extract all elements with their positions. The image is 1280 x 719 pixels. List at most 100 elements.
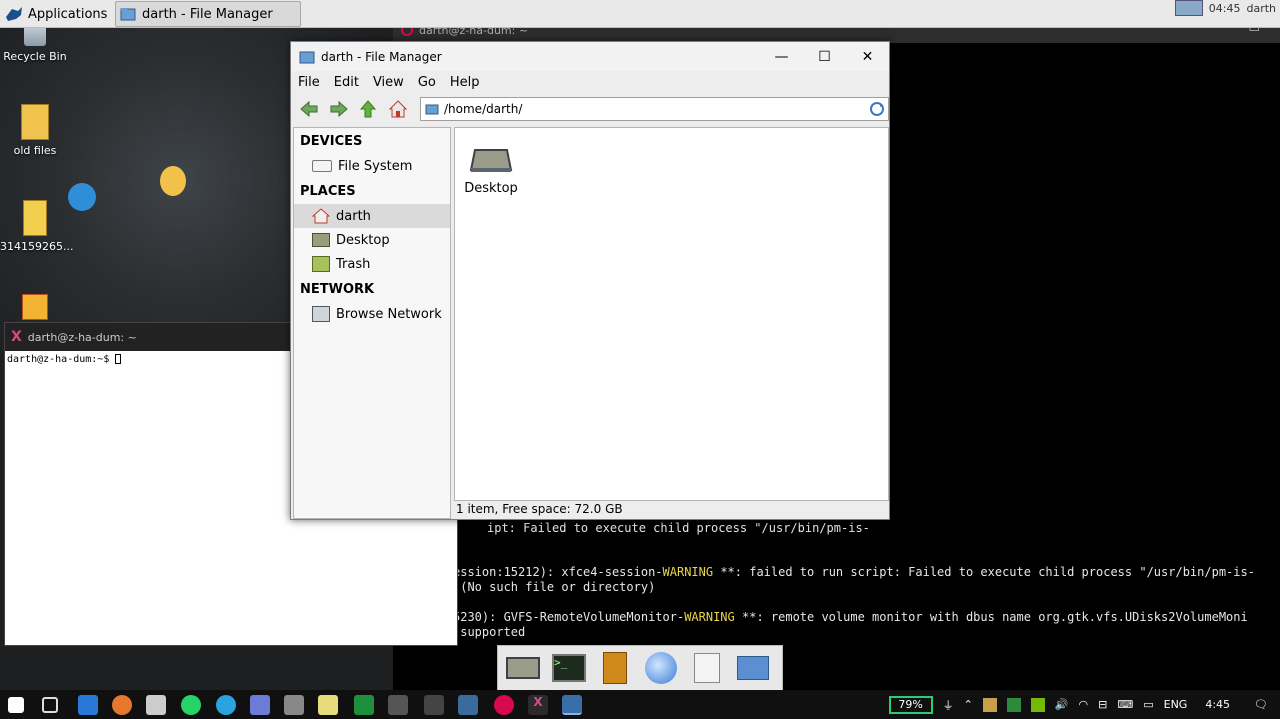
display-icon[interactable]: ▭ bbox=[1143, 698, 1153, 711]
panel-user[interactable]: darth bbox=[1246, 2, 1280, 15]
application-dock: >_ bbox=[497, 645, 783, 691]
desktop-icon-label: Recycle Bin bbox=[3, 50, 67, 63]
wifi-icon[interactable]: ◠ bbox=[1079, 698, 1089, 711]
dock-search-button[interactable] bbox=[688, 649, 726, 687]
taskbar-clock[interactable]: 4:45 bbox=[1205, 698, 1230, 711]
whatsapp-icon[interactable] bbox=[181, 695, 201, 715]
windows-start-icon[interactable] bbox=[8, 697, 24, 713]
notifications-icon[interactable]: 🗨 bbox=[1254, 698, 1268, 711]
sidebar-item-label: Desktop bbox=[336, 232, 390, 248]
close-button[interactable]: ✕ bbox=[846, 42, 889, 71]
file-view[interactable]: Desktop bbox=[454, 127, 889, 501]
terminal-text: **: remote volume monitor with dbus name… bbox=[734, 610, 1248, 624]
telegram-icon[interactable] bbox=[216, 695, 236, 715]
sidebar-item-label: File System bbox=[338, 158, 413, 174]
desktop-icon-label: 314159265... bbox=[0, 240, 74, 253]
forward-button[interactable] bbox=[327, 97, 351, 121]
sidebar-item-label: Trash bbox=[336, 256, 371, 272]
sidebar-item-desktop[interactable]: Desktop bbox=[294, 228, 450, 252]
x-server-icon[interactable]: X bbox=[528, 695, 548, 715]
folder-icon bbox=[737, 656, 769, 680]
arrow-right-icon bbox=[330, 101, 348, 117]
vpn-icon[interactable] bbox=[424, 695, 444, 715]
sidebar-header-network: NETWORK bbox=[300, 282, 375, 297]
windows-taskbar: X 79% ⏚ ⌃ 🔊 ◠ ⊟ ⌨ ▭ ENG 4:45 🗨 bbox=[0, 690, 1280, 719]
chat-icon[interactable] bbox=[250, 695, 270, 715]
gpu-icon[interactable] bbox=[1030, 697, 1045, 712]
folder-icon bbox=[23, 200, 47, 236]
dock-browser-button[interactable] bbox=[642, 649, 680, 687]
menu-edit[interactable]: Edit bbox=[334, 75, 359, 90]
debian-icon[interactable] bbox=[494, 695, 514, 715]
sidebar-item-browse-network[interactable]: Browse Network bbox=[294, 302, 450, 326]
terminal-output-line: supported bbox=[453, 625, 525, 639]
volume-icon[interactable]: 🔊 bbox=[1055, 698, 1069, 711]
sidebar: DEVICES File System PLACES darth Desktop… bbox=[293, 127, 451, 519]
keyboard-icon[interactable]: ⌨ bbox=[1117, 698, 1133, 711]
menu-view[interactable]: View bbox=[373, 75, 404, 90]
dock-terminal-button[interactable]: >_ bbox=[550, 649, 588, 687]
desktop-icon-old-files[interactable]: old files bbox=[0, 104, 70, 157]
notes-icon[interactable] bbox=[318, 695, 338, 715]
network-icon[interactable]: ⊟ bbox=[1098, 698, 1107, 711]
media-icon[interactable] bbox=[284, 695, 304, 715]
menu-go[interactable]: Go bbox=[418, 75, 436, 90]
file-item-desktop[interactable]: Desktop bbox=[461, 146, 521, 196]
spreadsheet-icon[interactable] bbox=[354, 695, 374, 715]
taskbar-window-label: darth - File Manager bbox=[142, 6, 273, 22]
menu-file[interactable]: File bbox=[298, 75, 320, 90]
drive-icon bbox=[312, 160, 332, 172]
reload-icon[interactable] bbox=[869, 101, 885, 117]
taskbar-window-button[interactable]: darth - File Manager bbox=[115, 1, 301, 27]
calculator-icon[interactable] bbox=[388, 695, 408, 715]
dock-files-button[interactable] bbox=[596, 649, 634, 687]
folder-icon bbox=[120, 8, 136, 21]
file-explorer-icon[interactable] bbox=[146, 695, 166, 715]
battery-indicator[interactable]: 79% bbox=[888, 695, 933, 714]
terminal-output-line: ipt: Failed to execute child process "/u… bbox=[487, 521, 870, 535]
terminal-icon: >_ bbox=[552, 654, 586, 682]
tools-icon[interactable] bbox=[458, 695, 478, 715]
workspace-switcher[interactable] bbox=[1174, 0, 1203, 16]
desktop-icon-archive[interactable]: 314159265... bbox=[0, 200, 74, 253]
back-button[interactable] bbox=[297, 97, 321, 121]
sidebar-item-file-system[interactable]: File System bbox=[294, 154, 450, 178]
desktop-icon-document[interactable] bbox=[0, 294, 70, 324]
menu-bar: File Edit View Go Help bbox=[291, 71, 889, 93]
tray-app-icon[interactable] bbox=[1006, 697, 1021, 712]
dock-desktop-button[interactable] bbox=[504, 649, 542, 687]
file-manager-window[interactable]: darth - File Manager — ☐ ✕ File Edit Vie… bbox=[290, 41, 890, 520]
home-button[interactable] bbox=[386, 97, 410, 121]
wallpaper-bokeh-blue bbox=[68, 183, 96, 211]
maximize-button[interactable]: ☐ bbox=[803, 42, 846, 71]
dock-folder-button[interactable] bbox=[734, 649, 772, 687]
document-icon bbox=[22, 294, 48, 320]
applications-menu-button[interactable]: Applications bbox=[4, 3, 107, 25]
search-icon bbox=[694, 653, 720, 683]
chevron-up-icon[interactable]: ⌃ bbox=[964, 698, 973, 711]
up-button[interactable] bbox=[357, 97, 381, 121]
firefox-icon[interactable] bbox=[112, 695, 132, 715]
battery-percent: 79% bbox=[898, 698, 923, 711]
sidebar-header-places: PLACES bbox=[300, 184, 356, 199]
tray-app-icon[interactable] bbox=[982, 697, 997, 712]
language-indicator[interactable]: ENG bbox=[1164, 698, 1188, 711]
sidebar-item-trash[interactable]: Trash bbox=[294, 252, 450, 276]
menu-help[interactable]: Help bbox=[450, 75, 480, 90]
terminal-text: ession:15212): xfce4-session- bbox=[453, 565, 663, 579]
desktop-icon-recycle-bin[interactable]: Recycle Bin bbox=[0, 24, 70, 63]
folder-icon bbox=[21, 104, 49, 140]
wallpaper-bokeh-yellow bbox=[160, 166, 186, 196]
panel-right-area: 04:45 darth bbox=[1174, 0, 1280, 16]
task-view-icon[interactable] bbox=[42, 697, 58, 713]
edge-icon[interactable] bbox=[78, 695, 98, 715]
terminal-text: supported bbox=[453, 625, 526, 639]
location-path: /home/darth/ bbox=[444, 102, 523, 116]
file-manager-task-icon[interactable] bbox=[562, 695, 582, 715]
terminal-title: darth@z-ha-dum: ~ bbox=[27, 330, 137, 344]
location-bar[interactable]: /home/darth/ bbox=[420, 97, 890, 121]
sidebar-item-darth[interactable]: darth bbox=[294, 204, 450, 228]
power-plug-icon: ⏚ bbox=[942, 698, 954, 712]
minimize-button[interactable]: — bbox=[760, 42, 803, 71]
folder-icon bbox=[299, 51, 315, 63]
